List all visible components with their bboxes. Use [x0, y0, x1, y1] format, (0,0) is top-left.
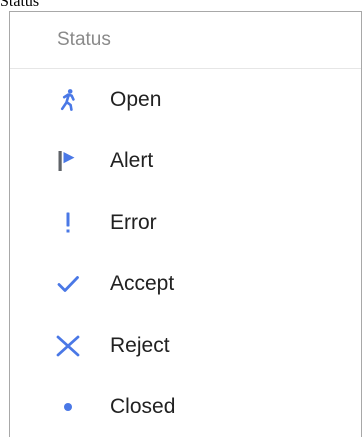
walking-person-icon: [56, 88, 80, 112]
status-option-open[interactable]: Open: [10, 69, 361, 131]
status-option-label: Alert: [110, 149, 154, 173]
menu-header: Status: [10, 12, 361, 69]
status-dropdown-menu: Status Open Alert Error Accept Reject Cl…: [9, 11, 362, 437]
status-options-list: Open Alert Error Accept Reject Closed: [10, 69, 361, 437]
status-option-reject[interactable]: Reject: [10, 315, 361, 377]
status-option-closed[interactable]: Closed: [10, 377, 361, 437]
status-option-label: Reject: [110, 333, 170, 357]
exclamation-icon: [56, 211, 80, 235]
status-option-label: Accept: [110, 272, 175, 296]
status-option-label: Open: [110, 87, 162, 111]
x-icon: [56, 334, 80, 358]
dot-icon: [56, 395, 80, 419]
status-option-label: Closed: [110, 395, 176, 419]
status-option-label: Error: [110, 210, 157, 234]
status-option-accept[interactable]: Accept: [10, 254, 361, 316]
page-caption: Status: [0, 0, 40, 10]
flag-icon: [56, 149, 80, 173]
status-option-alert[interactable]: Alert: [10, 131, 361, 193]
status-option-error[interactable]: Error: [10, 192, 361, 254]
checkmark-icon: [56, 272, 80, 296]
